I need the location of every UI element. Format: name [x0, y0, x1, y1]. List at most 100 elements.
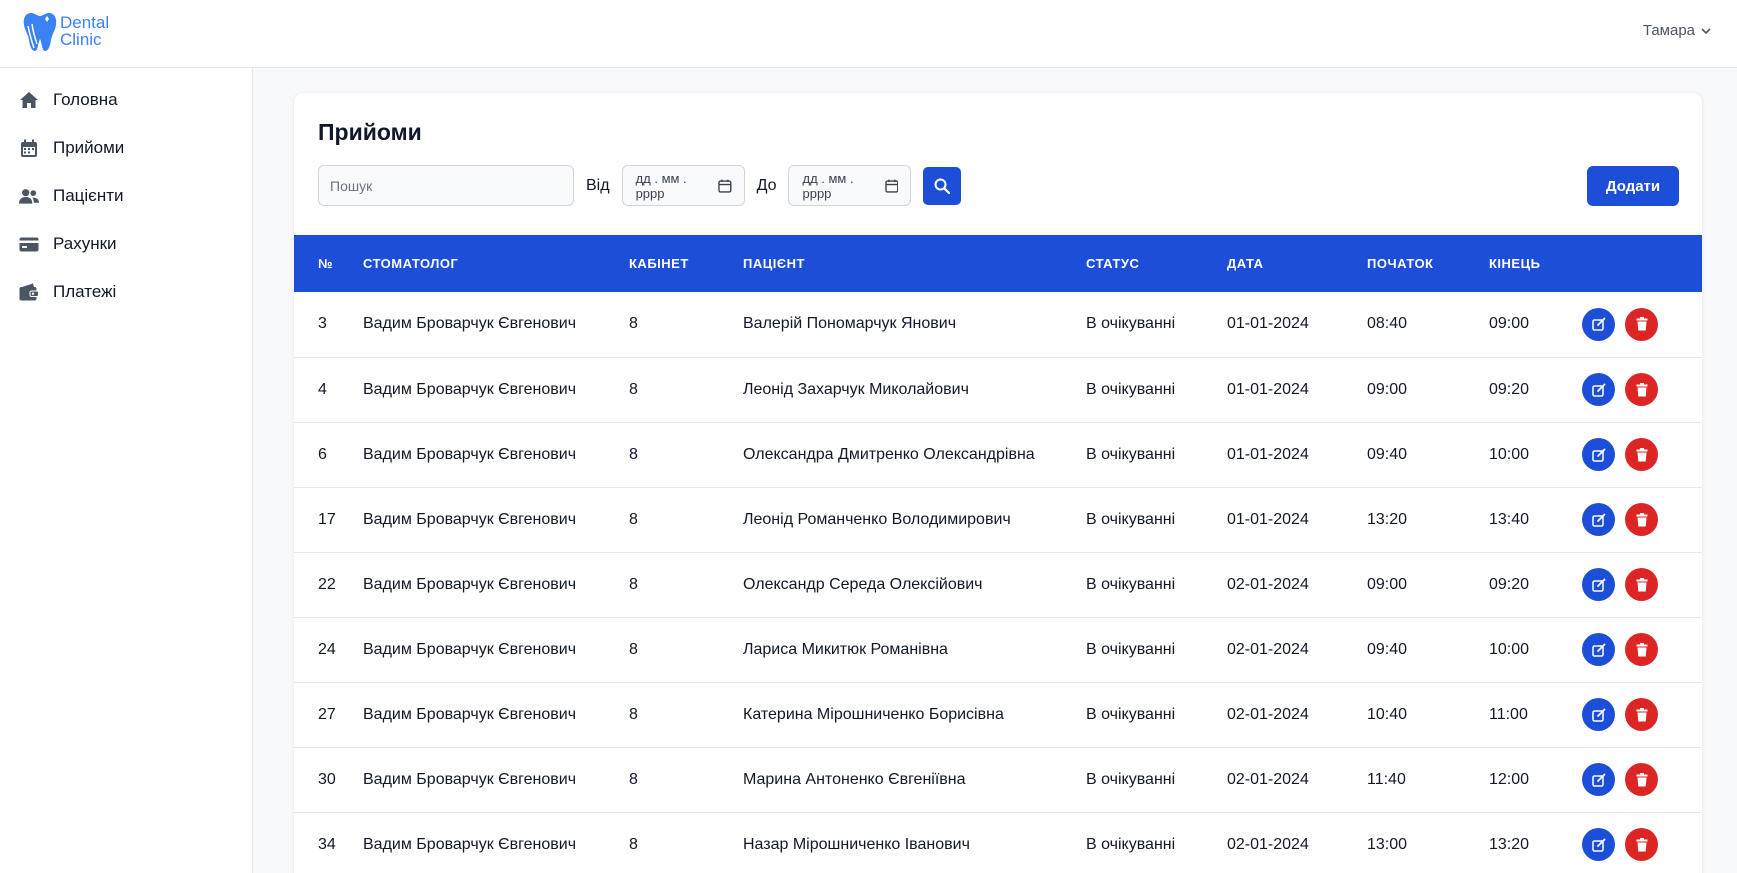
table-row[interactable]: 17 Вадим Броварчук Євгенович 8 Леонід Роман…: [294, 487, 1702, 553]
logo[interactable]: Dental Clinic: [22, 10, 109, 52]
edit-button[interactable]: [1582, 698, 1615, 731]
cell-dentist: Вадим Броварчук Євгенович: [363, 552, 629, 618]
row-actions: [1582, 698, 1702, 731]
row-actions: [1582, 633, 1702, 666]
column-header-room: КАБІНЕТ: [629, 256, 689, 271]
edit-button[interactable]: [1582, 373, 1615, 406]
delete-button[interactable]: [1625, 373, 1658, 406]
cell-status: В очікуванні: [1086, 552, 1227, 618]
cell-actions: [1582, 747, 1702, 813]
delete-button[interactable]: [1625, 503, 1658, 536]
sidebar-item-invoices[interactable]: Рахунки: [0, 220, 252, 268]
trash-icon: [1636, 642, 1647, 656]
table-row[interactable]: 4 Вадим Броварчук Євгенович 8 Леонід Захарч…: [294, 357, 1702, 423]
filters-bar: Від дд . мм . рррр До дд . мм . рррр: [318, 165, 962, 206]
date-to-input[interactable]: дд . мм . рррр: [788, 165, 912, 206]
calendar-picker-icon: [718, 179, 732, 193]
sidebar-item-label: Платежі: [53, 282, 117, 301]
cell-status: В очікуванні: [1086, 357, 1227, 423]
search-input[interactable]: [318, 165, 574, 206]
edit-button[interactable]: [1582, 438, 1615, 471]
delete-button[interactable]: [1625, 828, 1658, 861]
home-icon: [19, 90, 39, 110]
row-actions: [1582, 568, 1702, 601]
table-row[interactable]: 34 Вадим Броварчук Євгенович 8 Назар Мірошн…: [294, 812, 1702, 873]
search-icon: [934, 178, 951, 194]
table-row[interactable]: 30 Вадим Броварчук Євгенович 8 Марина Антон…: [294, 747, 1702, 813]
cell-actions: [1582, 487, 1702, 553]
delete-button[interactable]: [1625, 763, 1658, 796]
sidebar-item-patients[interactable]: Пацієнти: [0, 172, 252, 220]
edit-icon: [1591, 448, 1605, 462]
cell-status: В очікуванні: [1086, 812, 1227, 873]
cell-number: 34: [294, 812, 363, 873]
table-row[interactable]: 6 Вадим Броварчук Євгенович 8 Олександра Дм…: [294, 422, 1702, 488]
cell-patient: Марина Антоненко Євгеніївна: [743, 747, 1086, 813]
cell-actions: [1582, 422, 1702, 488]
cell-room: 8: [629, 617, 743, 683]
cell-start-time: 13:00: [1367, 812, 1489, 873]
sidebar-item-appointments[interactable]: Прийоми: [0, 124, 252, 172]
cell-patient: Олександра Дмитренко Олександрівна: [743, 422, 1086, 488]
table-row[interactable]: 24 Вадим Броварчук Євгенович 8 Лариса Микит…: [294, 617, 1702, 683]
cell-number: 27: [294, 682, 363, 748]
cell-end-time: 09:20: [1489, 552, 1582, 618]
edit-button[interactable]: [1582, 503, 1615, 536]
column-header-patient: ПАЦІЄНТ: [743, 256, 805, 271]
column-header-date: ДАТА: [1227, 256, 1264, 271]
edit-button[interactable]: [1582, 763, 1615, 796]
date-from-input[interactable]: дд . мм . рррр: [621, 165, 745, 206]
row-actions: [1582, 828, 1702, 861]
trash-icon: [1636, 772, 1647, 786]
cell-date: 02-01-2024: [1227, 747, 1367, 813]
column-header-start: ПОЧАТОК: [1367, 256, 1434, 271]
delete-button[interactable]: [1625, 633, 1658, 666]
row-actions: [1582, 307, 1702, 341]
trash-icon: [1636, 837, 1647, 851]
edit-button[interactable]: [1582, 828, 1615, 861]
edit-icon: [1591, 578, 1605, 592]
cell-room: 8: [629, 292, 743, 358]
trash-icon: [1636, 577, 1647, 591]
cell-patient: Леонід Захарчук Миколайович: [743, 357, 1086, 423]
delete-button[interactable]: [1625, 438, 1658, 471]
trash-icon: [1636, 707, 1647, 721]
cell-start-time: 09:00: [1367, 552, 1489, 618]
table-row[interactable]: 22 Вадим Броварчук Євгенович 8 Олександр Се…: [294, 552, 1702, 618]
table-row[interactable]: 27 Вадим Броварчук Євгенович 8 Катерина Мір…: [294, 682, 1702, 748]
cell-status: В очікуванні: [1086, 422, 1227, 488]
cell-date: 02-01-2024: [1227, 682, 1367, 748]
edit-icon: [1591, 773, 1605, 787]
cell-date: 02-01-2024: [1227, 617, 1367, 683]
delete-button[interactable]: [1625, 307, 1658, 341]
delete-button[interactable]: [1625, 568, 1658, 601]
cell-number: 17: [294, 487, 363, 553]
cell-number: 6: [294, 422, 363, 488]
row-actions: [1582, 503, 1702, 536]
cell-end-time: 10:00: [1489, 617, 1582, 683]
sidebar-item-label: Прийоми: [53, 138, 125, 157]
cell-room: 8: [629, 682, 743, 748]
sidebar-item-payments[interactable]: Платежі: [0, 268, 252, 316]
cell-start-time: 13:20: [1367, 487, 1489, 553]
sidebar-item-home[interactable]: Головна: [0, 76, 252, 124]
column-header-number: №: [318, 256, 333, 271]
credit-card-icon: [19, 234, 39, 254]
edit-button[interactable]: [1582, 568, 1615, 601]
delete-button[interactable]: [1625, 698, 1658, 731]
cell-status: В очікуванні: [1086, 617, 1227, 683]
cell-status: В очікуванні: [1086, 747, 1227, 813]
search-button[interactable]: [923, 166, 962, 205]
cell-number: 4: [294, 357, 363, 423]
cell-dentist: Вадим Броварчук Євгенович: [363, 357, 629, 423]
cell-start-time: 08:40: [1367, 292, 1489, 358]
cell-start-time: 09:40: [1367, 617, 1489, 683]
edit-button[interactable]: [1582, 633, 1615, 666]
trash-icon: [1636, 317, 1647, 331]
cell-patient: Леонід Романченко Володимирович: [743, 487, 1086, 553]
user-menu[interactable]: Тамара: [1643, 22, 1711, 39]
appointments-card: Прийоми Від дд . мм . рррр До дд . мм . …: [293, 92, 1703, 873]
edit-button[interactable]: [1582, 307, 1615, 341]
table-row[interactable]: 3 Вадим Броварчук Євгенович 8 Валерій Поном…: [294, 292, 1702, 358]
add-appointment-button[interactable]: Додати: [1587, 166, 1679, 206]
